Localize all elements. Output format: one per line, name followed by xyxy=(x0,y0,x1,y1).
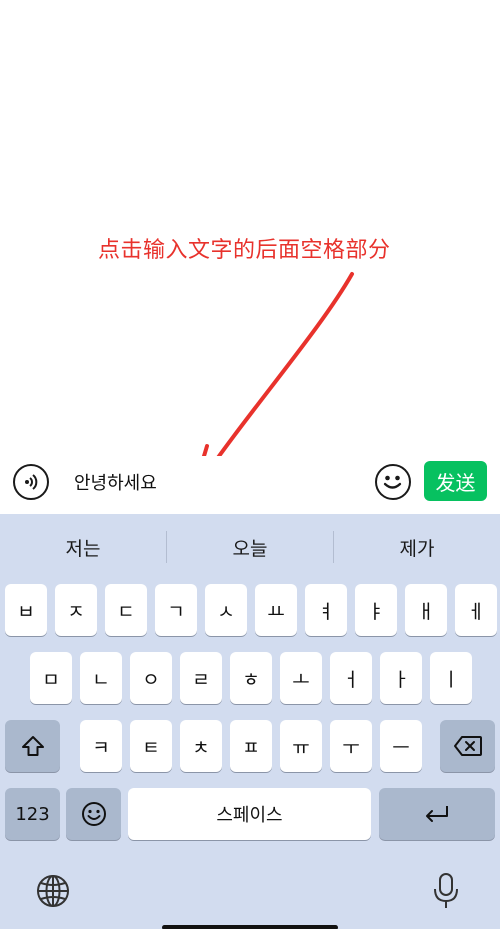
key[interactable]: ㅍ xyxy=(230,720,272,772)
globe-icon[interactable] xyxy=(36,874,70,908)
emoji-icon xyxy=(81,802,106,826)
key[interactable]: ㅅ xyxy=(205,584,247,636)
key[interactable]: ㅔ xyxy=(455,584,497,636)
key[interactable]: ㄴ xyxy=(80,652,122,704)
input-bar: 안녕하세요 发送 xyxy=(0,456,500,514)
key[interactable]: ㅇ xyxy=(130,652,172,704)
key[interactable]: ㅜ xyxy=(330,720,372,772)
backspace-icon xyxy=(453,736,482,756)
keyboard: 저는 오늘 제가 ㅂ ㅈ ㄷ ㄱ ㅅ ㅛ ㅕ ㅑ ㅐ ㅔ ㅁ ㄴ ㅇ ㄹ ㅎ ㅗ xyxy=(0,514,500,929)
message-input[interactable]: 안녕하세요 xyxy=(66,462,366,502)
key[interactable]: ㅁ xyxy=(30,652,72,704)
message-area: 点击输入文字的后面空格部分 xyxy=(0,0,500,456)
chat-screen: 点击输入文字的后面空格部分 안녕하세요 发送 저는 오늘 제가 ㅂ ㅈ ㄷ ㄱ … xyxy=(0,0,500,929)
key[interactable]: ㄱ xyxy=(155,584,197,636)
shift-icon xyxy=(21,736,44,756)
key[interactable]: ㅡ xyxy=(380,720,422,772)
shift-key[interactable] xyxy=(5,720,60,772)
emoji-icon xyxy=(383,475,402,489)
key[interactable]: ㅋ xyxy=(80,720,122,772)
return-key[interactable] xyxy=(379,788,495,840)
numbers-key[interactable]: 123 xyxy=(5,788,60,840)
emoji-key[interactable] xyxy=(66,788,121,840)
key[interactable]: ㅣ xyxy=(430,652,472,704)
backspace-key[interactable] xyxy=(440,720,495,772)
microphone-icon[interactable] xyxy=(432,872,460,910)
key[interactable]: ㄷ xyxy=(105,584,147,636)
key[interactable]: ㅛ xyxy=(255,584,297,636)
key[interactable]: ㅈ xyxy=(55,584,97,636)
suggestion-item[interactable]: 저는 xyxy=(0,534,166,561)
send-button[interactable]: 发送 xyxy=(424,461,487,501)
key[interactable]: ㄹ xyxy=(180,652,222,704)
suggestion-bar: 저는 오늘 제가 xyxy=(0,514,500,580)
key[interactable]: ㅕ xyxy=(305,584,347,636)
key[interactable]: ㅑ xyxy=(355,584,397,636)
key[interactable]: ㅓ xyxy=(330,652,372,704)
key[interactable]: ㅗ xyxy=(280,652,322,704)
key[interactable]: ㅂ xyxy=(5,584,47,636)
suggestion-item[interactable]: 제가 xyxy=(334,534,500,561)
suggestion-item[interactable]: 오늘 xyxy=(167,534,333,561)
key[interactable]: ㅊ xyxy=(180,720,222,772)
space-key[interactable]: 스페이스 xyxy=(128,788,371,840)
home-indicator xyxy=(162,925,338,929)
key[interactable]: ㅎ xyxy=(230,652,272,704)
key[interactable]: ㅌ xyxy=(130,720,172,772)
annotation-text: 点击输入文字的后面空格部分 xyxy=(98,238,391,263)
key[interactable]: ㅏ xyxy=(380,652,422,704)
key[interactable]: ㅠ xyxy=(280,720,322,772)
emoji-button[interactable] xyxy=(375,464,411,500)
return-icon xyxy=(426,806,448,822)
key[interactable]: ㅐ xyxy=(405,584,447,636)
voice-icon xyxy=(25,474,38,490)
voice-button[interactable] xyxy=(13,464,49,500)
